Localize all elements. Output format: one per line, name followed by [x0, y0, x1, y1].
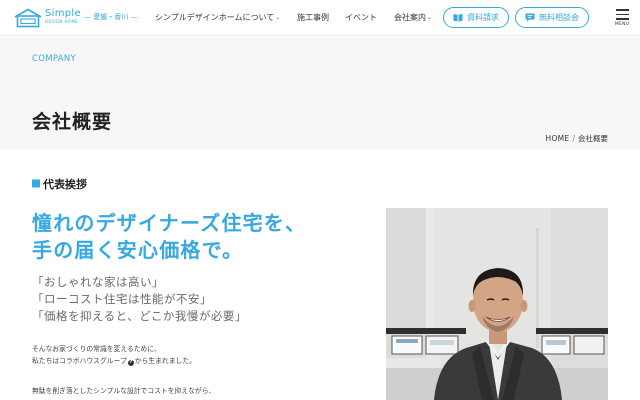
free-consultation-button[interactable]: 無料相談会: [515, 7, 589, 28]
hamburger-menu-button[interactable]: MENU: [611, 6, 633, 30]
menu-label: MENU: [614, 22, 630, 27]
site-header: Simple DESIGN HOME — 愛媛・香川 — シンプルデザインホーム…: [0, 0, 640, 36]
nav-item-label: 会社案内: [394, 13, 426, 22]
representative-photo: [386, 208, 608, 400]
chat-icon: [525, 13, 535, 22]
page-eyebrow: COMPANY: [32, 54, 77, 64]
breadcrumb-current: 会社概要: [578, 134, 608, 143]
body-text: 私たちはコラボハウスグループ: [32, 357, 127, 365]
chevron-down-icon: ⌄: [427, 14, 433, 21]
request-brochure-button[interactable]: 資料請求: [443, 7, 509, 28]
chevron-down-icon: ⌄: [275, 14, 281, 21]
nav-item-works[interactable]: 施工事例: [297, 12, 329, 24]
body-paragraph-line: そんなお家づくりの常識を変えるために、: [32, 345, 161, 353]
nav-item-events[interactable]: イベント: [345, 12, 377, 24]
nav-item-about[interactable]: シンプルデザインホームについて⌄: [155, 12, 280, 25]
square-bullet-icon: [32, 179, 40, 188]
quote-line: 「価格を抑えると、どこか我慢が必要」: [32, 309, 247, 323]
button-label: 無料相談会: [539, 13, 579, 22]
section-heading: 代表挨拶: [32, 178, 87, 192]
hamburger-icon: [616, 13, 629, 15]
body-paragraph-line: 無駄を削ぎ落としたシンプルな設計でコストを抑えながら、: [32, 387, 216, 395]
logo-wordmark: Simple: [45, 8, 81, 19]
book-icon: [453, 14, 463, 22]
section-heading-text: 代表挨拶: [43, 178, 87, 191]
house-logo-icon: [14, 8, 42, 28]
quote-line: 「ローコスト住宅は性能が不安」: [32, 292, 212, 306]
quote-list: 「おしゃれな家は高い」 「ローコスト住宅は性能が不安」 「価格を抑えると、どこか…: [32, 274, 247, 325]
quote-line: 「おしゃれな家は高い」: [32, 275, 164, 289]
catchphrase-line: 手の届く安心価格で。: [32, 238, 244, 262]
breadcrumb-home-link[interactable]: HOME: [546, 134, 570, 143]
site-logo[interactable]: Simple DESIGN HOME — 愛媛・香川 —: [14, 8, 139, 28]
page-title: 会社概要: [32, 111, 113, 133]
hamburger-icon: [616, 9, 629, 11]
button-label: 資料請求: [467, 13, 499, 22]
portrait-illustration: [386, 208, 608, 400]
catchphrase-line: 憧れのデザイナーズ住宅を、: [32, 211, 307, 235]
region-label: — 愛媛・香川 —: [84, 13, 138, 21]
body-paragraph-line: 私たちはコラボハウスグループ? から生まれました。: [32, 356, 196, 366]
nav-item-company[interactable]: 会社案内⌄: [394, 12, 432, 25]
body-text: から生まれました。: [134, 357, 196, 365]
help-icon[interactable]: ?: [127, 360, 134, 366]
nav-item-label: 施工事例: [297, 13, 329, 22]
breadcrumb-separator: /: [572, 134, 575, 143]
hamburger-icon: [616, 18, 629, 20]
logo-subtitle: DESIGN HOME: [45, 19, 79, 24]
catchphrase: 憧れのデザイナーズ住宅を、 手の届く安心価格で。: [32, 210, 306, 264]
breadcrumb: HOME / 会社概要: [546, 134, 608, 144]
nav-item-label: シンプルデザインホームについて: [155, 13, 275, 22]
nav-item-label: イベント: [345, 13, 377, 22]
